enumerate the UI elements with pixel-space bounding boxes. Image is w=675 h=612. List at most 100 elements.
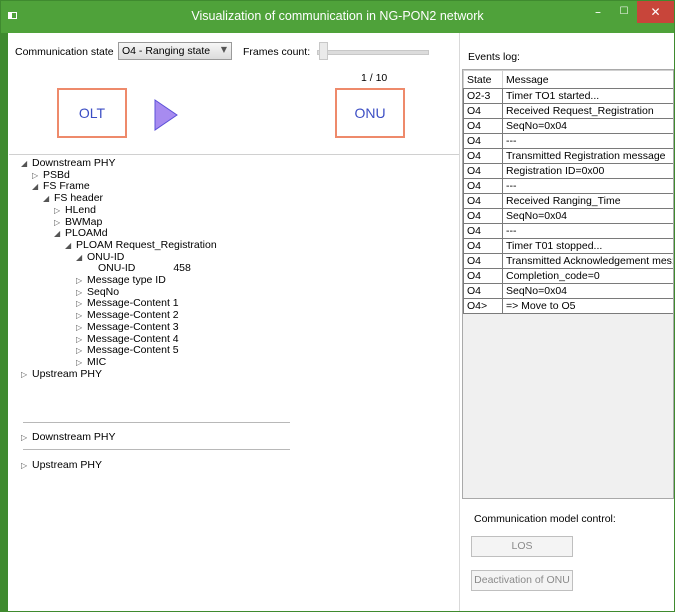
frames-slider-thumb[interactable] [319,42,328,60]
communication-state-label: Communication state [15,46,114,58]
state-cell: O4 [463,118,503,134]
expand-toggle-icon[interactable]: ◢ [54,228,65,240]
state-cell: O4> [463,298,503,314]
table-row[interactable]: O4 SeqNo=0x04 [463,208,673,224]
tree-separator [23,422,290,423]
state-cell: O4 [463,148,503,164]
tree-separator [23,449,290,450]
table-row[interactable]: O4 --- [463,133,673,149]
los-button[interactable]: LOS [471,536,573,557]
olt-box: OLT [57,88,127,138]
tree-node-label: Downstream PHY [32,157,116,169]
communication-state-value: O4 - Ranging state [122,45,211,57]
tree-node-label: ONU-ID [87,250,125,263]
message-cell: Transmitted Registration message [502,148,673,164]
tree-node[interactable]: ▷ Upstream PHY [21,459,102,472]
chevron-down-icon: ▼ [220,45,227,54]
expand-toggle-icon[interactable]: ▷ [21,369,32,381]
onu-box: ONU [335,88,405,138]
message-cell: Received Request_Registration [502,103,673,119]
tree-node-label: Downstream PHY [32,431,116,443]
events-log-grid[interactable]: State Message O2-3 Timer TO1 started... O4… [462,69,674,499]
expand-toggle-icon[interactable]: ◢ [32,181,43,193]
table-row[interactable]: O2-3 Timer TO1 started... [463,88,673,104]
deactivate-onu-button[interactable]: Deactivation of ONU [471,570,573,591]
state-cell: O4 [463,253,503,269]
message-cell: SeqNo=0x04 [502,118,673,134]
message-cell: Completion_code=0 [502,268,673,284]
state-cell: O4 [463,103,503,119]
tree-node[interactable]: ONU-ID 458 [87,262,191,274]
table-row[interactable]: O4 SeqNo=0x04 [463,283,673,299]
tree-node-label: PLOAMd [65,227,108,240]
state-cell: O4 [463,193,503,209]
tree-node-label: FS Frame [43,180,90,193]
table-row[interactable]: O4 Completion_code=0 [463,268,673,284]
table-row[interactable]: O4 Timer T01 stopped... [463,238,673,254]
state-cell: O4 [463,268,503,284]
frames-slider-track[interactable] [317,50,429,55]
tree-node-label: HLend [65,203,96,216]
tree-node-label: ONU-ID [98,262,136,275]
tree-node-label: Upstream PHY [32,367,103,380]
state-cell: O4 [463,223,503,239]
message-cell: Timer T01 stopped... [502,238,673,254]
tree-node[interactable]: ▷ Upstream PHY [21,368,102,381]
table-row[interactable]: O4 Transmitted Registration message [463,148,673,164]
frames-count-value: 1 / 10 [361,72,388,84]
close-button[interactable]: ✕ [637,1,674,23]
tree-node-label: Message-Content 3 [87,320,179,333]
state-cell: O4 [463,178,503,194]
message-cell: Timer TO1 started... [502,88,673,104]
tree-node-label: PSBd [43,168,70,181]
table-row[interactable]: O4 Transmitted Acknowledgement mes: [463,253,673,269]
state-cell: O4 [463,283,503,299]
expand-toggle-icon[interactable]: ◢ [76,252,87,264]
table-row[interactable]: O4 Registration ID=0x00 [463,163,673,179]
tree-node-label: Message-Content 2 [87,309,179,322]
window-title: Visualization of communication in NG-PON… [191,9,484,23]
message-cell: Registration ID=0x00 [502,163,673,179]
tree-node-label: BWMap [65,215,103,228]
tree-node-value: 458 [173,262,191,275]
message-cell: SeqNo=0x04 [502,208,673,224]
expand-toggle-icon[interactable]: ◢ [65,240,76,252]
column-header-state[interactable]: State [463,70,503,89]
table-row[interactable]: O4 --- [463,223,673,239]
message-cell: Transmitted Acknowledgement mes: [502,253,673,269]
minimize-button[interactable]: – [585,1,611,23]
table-row[interactable]: O4> => Move to O5 [463,298,673,314]
state-cell: O4 [463,133,503,149]
tree-node-label: PLOAM Request_Registration [76,238,217,251]
table-row[interactable]: O4 Received Ranging_Time [463,193,673,209]
events-log-label: Events log: [468,51,520,63]
column-header-message[interactable]: Message [502,70,673,89]
message-cell: --- [502,223,673,239]
tree-node-label: SeqNo [87,285,120,298]
window-left-edge [1,33,8,611]
message-cell: SeqNo=0x04 [502,283,673,299]
state-cell: O4 [463,238,503,254]
table-row[interactable]: O4 SeqNo=0x04 [463,118,673,134]
play-arrow-icon [154,99,178,131]
model-control-label: Communication model control: [474,513,616,525]
expand-toggle-icon[interactable]: ◢ [43,193,54,205]
expand-toggle-icon[interactable]: ▷ [21,432,32,444]
tree-node-label: FS header [54,192,104,205]
expand-toggle-icon[interactable]: ◢ [21,158,32,170]
message-cell: Received Ranging_Time [502,193,673,209]
tree-node[interactable]: ▷ Downstream PHY [21,431,115,444]
tree-node-label: Upstream PHY [32,459,103,471]
communication-state-combo[interactable]: O4 - Ranging state ▼ [118,42,232,60]
tree-node-label: MIC [87,355,107,368]
tree-node-label: Message-Content 4 [87,332,179,345]
table-row[interactable]: O4 Received Request_Registration [463,103,673,119]
tree-node-label: Message-Content 1 [87,297,179,310]
message-cell: => Move to O5 [502,298,673,314]
expand-toggle-icon[interactable]: ▷ [21,460,32,472]
maximize-button[interactable]: ☐ [611,1,637,23]
title-bar[interactable]: Visualization of communication in NG-PON… [1,1,674,33]
app-window: Visualization of communication in NG-PON… [0,0,675,612]
frames-count-label: Frames count: [243,46,311,58]
table-row[interactable]: O4 --- [463,178,673,194]
